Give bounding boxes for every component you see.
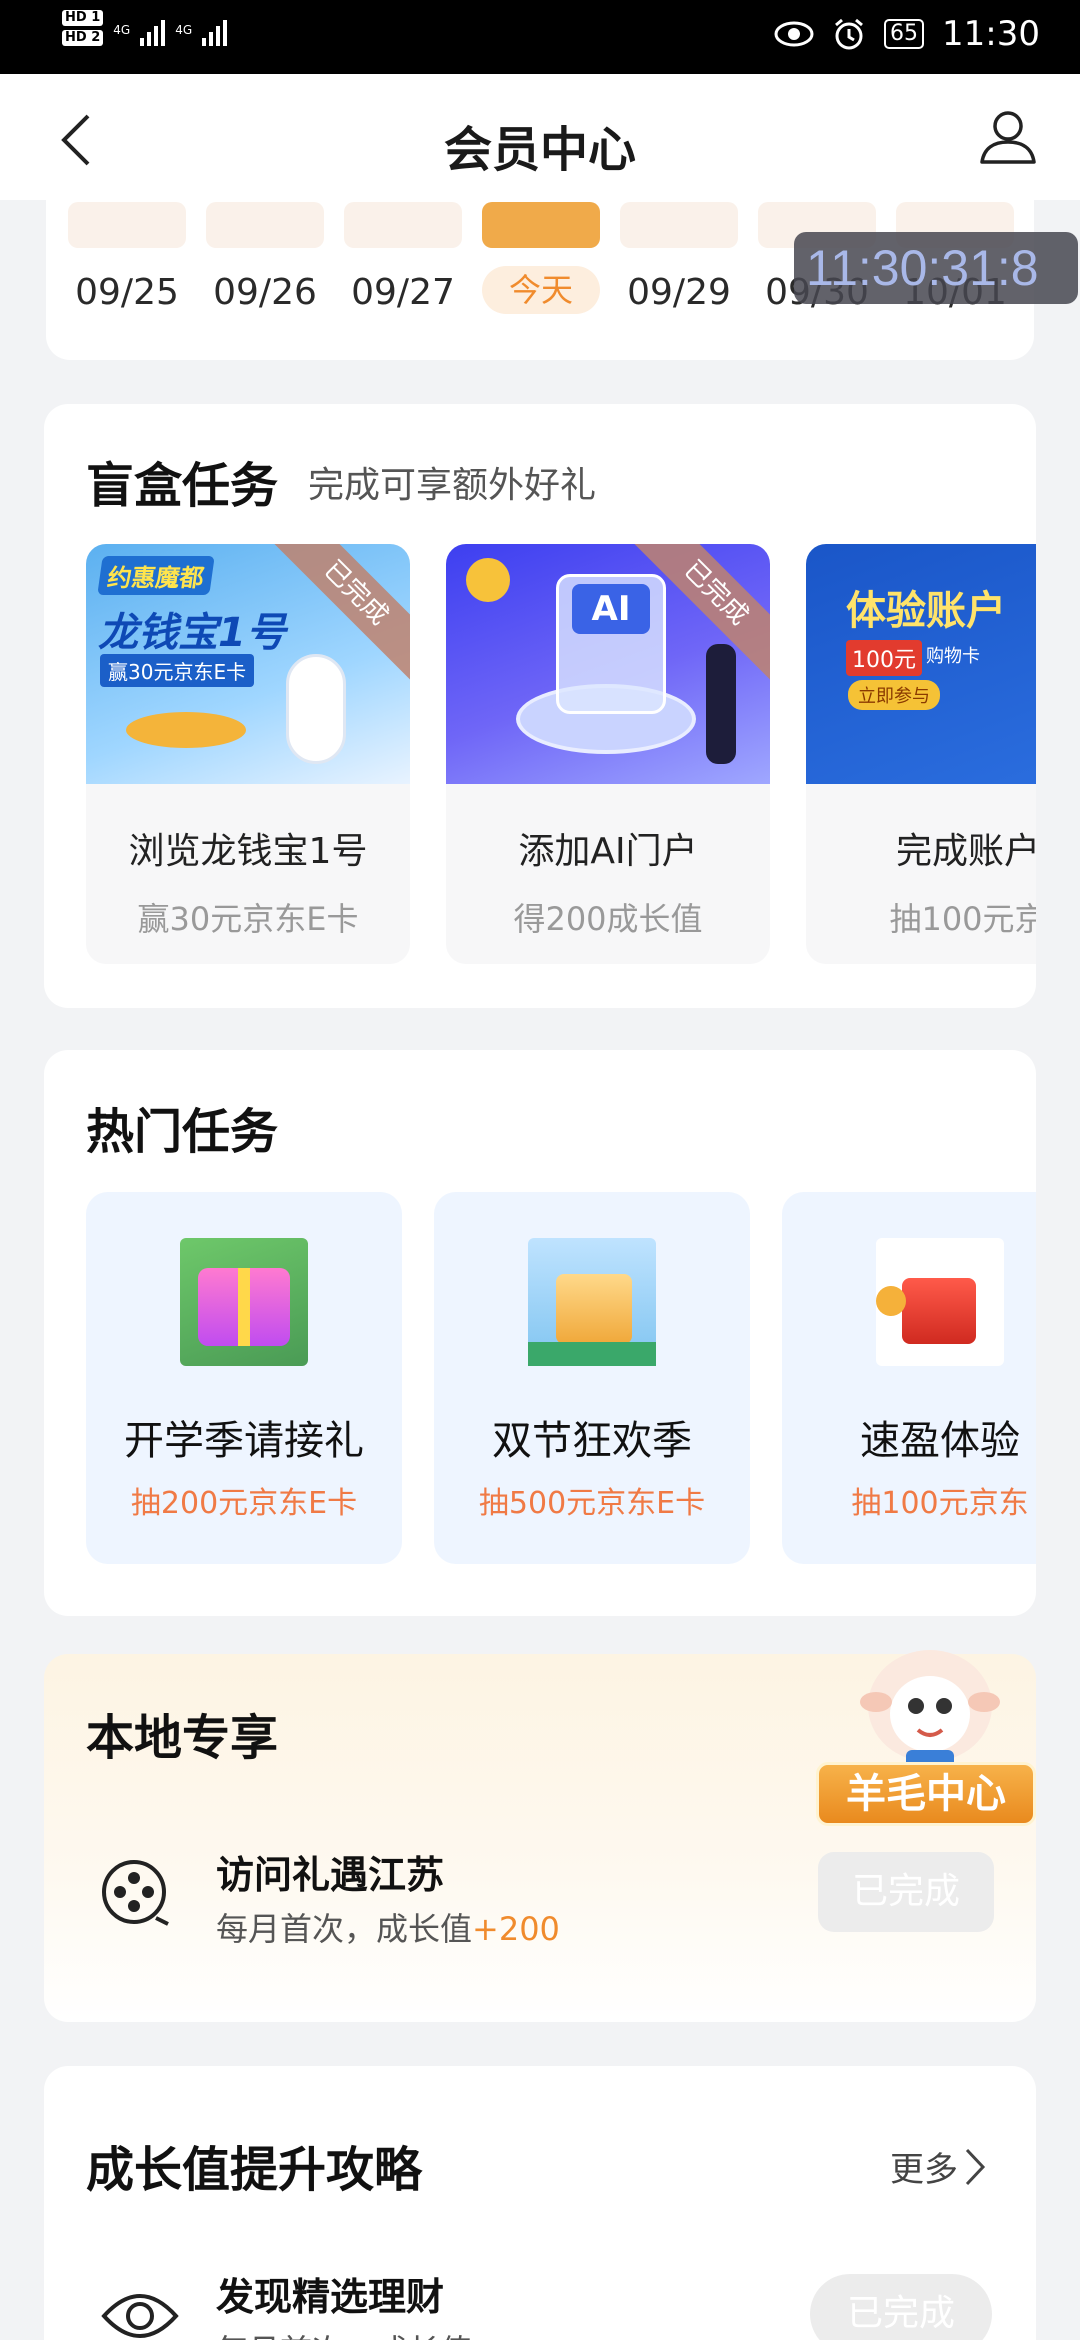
blindbox-scroller[interactable]: 约惠魔都 龙钱宝1号 赢30元京东E卡 已完成 浏览龙钱宝1号 赢30元京东E卡… bbox=[86, 404, 1036, 1008]
task-prize: 抽200元京东E卡 bbox=[130, 1486, 358, 1521]
blindbox-section: 盲盒任务 完成可享额外好礼 约惠魔都 龙钱宝1号 赢30元京东E卡 已完成 浏览… bbox=[44, 404, 1036, 1008]
calendar-date: 09/29 bbox=[627, 272, 731, 313]
day-marker bbox=[620, 202, 738, 248]
eye-icon bbox=[101, 2294, 179, 2338]
banner-text: 购物卡 bbox=[926, 646, 980, 667]
ribbon-graphic bbox=[238, 1268, 250, 1346]
banner-text: 赢30元京东E卡 bbox=[100, 654, 255, 687]
hd1-label: HD 1 bbox=[62, 10, 104, 26]
task-name: 开学季请接礼 bbox=[124, 1418, 364, 1464]
wool-center-float[interactable]: 羊毛中心 bbox=[810, 1632, 1040, 1842]
task-reward: 赢30元京东E卡 bbox=[137, 900, 359, 938]
gift-box-graphic bbox=[902, 1278, 976, 1344]
screen-recorder-timer: 11:30:31:8 bbox=[794, 232, 1078, 304]
hd2-label: HD 2 bbox=[62, 30, 104, 46]
battery-icon: 65 bbox=[884, 19, 925, 49]
eye-comfort-icon bbox=[774, 21, 814, 47]
blindbox-task-card[interactable]: 约惠魔都 龙钱宝1号 赢30元京东E卡 已完成 浏览龙钱宝1号 赢30元京东E卡 bbox=[86, 544, 410, 964]
banner-text: 龙钱宝1号 bbox=[98, 610, 286, 656]
task-reward: 抽100元京 bbox=[889, 900, 1036, 938]
wool-center-label: 羊毛中心 bbox=[816, 1762, 1036, 1826]
clock: 11:30 bbox=[942, 14, 1040, 54]
task-title: 访问礼遇江苏 bbox=[216, 1853, 445, 1897]
banner-text: 体验账户 bbox=[846, 588, 1006, 634]
calendar-date-today: 今天 bbox=[482, 266, 600, 314]
battery-level: 65 bbox=[890, 21, 919, 46]
task-title: 发现精选理财 bbox=[216, 2275, 445, 2319]
calendar-date: 09/25 bbox=[75, 272, 179, 313]
user-profile-icon[interactable] bbox=[976, 104, 1040, 168]
task-subtitle: 每月首次，成长值 bbox=[216, 2326, 472, 2340]
task-name: 添加AI门户 bbox=[518, 831, 698, 872]
banner-text: 100元 bbox=[846, 640, 922, 676]
coin-graphic bbox=[466, 558, 510, 602]
nav-bar: 会员中心 bbox=[0, 74, 1080, 200]
hot-task-card[interactable]: 双节狂欢季 抽500元京东E卡 bbox=[434, 1192, 750, 1564]
today-marker bbox=[482, 202, 600, 248]
task-reward: 得200成长值 bbox=[513, 900, 703, 938]
task-banner-image: 体验账户 100元 购物卡 立即参与 bbox=[806, 544, 1036, 784]
hot-task-card[interactable]: 速盈体验 抽100元京东 bbox=[782, 1192, 1036, 1564]
task-subtitle-text: 每月首次，成长值 bbox=[216, 1910, 473, 1948]
net-indicator-1: 4G bbox=[113, 23, 130, 37]
task-subtitle: 每月首次，成长值+200 bbox=[216, 1904, 560, 1950]
section-title: 本地专享 bbox=[86, 1710, 279, 1766]
net-indicator-2: 4G bbox=[175, 23, 192, 37]
calendar-date: 09/26 bbox=[213, 272, 317, 313]
completed-button[interactable]: 已完成 bbox=[818, 1852, 994, 1932]
gift-box-image bbox=[528, 1238, 656, 1366]
blindbox-task-card[interactable]: 体验账户 100元 购物卡 立即参与 完成账户 抽100元京 bbox=[806, 544, 1036, 964]
gift-box-graphic bbox=[556, 1274, 632, 1344]
net1-label: 4G bbox=[113, 23, 131, 37]
hot-tasks-section: 热门任务 开学季请接礼 抽200元京东E卡 双节狂欢季 抽500元京东E卡 速盈… bbox=[44, 1050, 1036, 1616]
hd-indicator: HD 1 HD 2 bbox=[62, 10, 104, 50]
task-prize: 抽100元京东 bbox=[851, 1486, 1029, 1521]
calendar-date: 09/27 bbox=[351, 272, 455, 313]
hot-tasks-scroller[interactable]: 开学季请接礼 抽200元京东E卡 双节狂欢季 抽500元京东E卡 速盈体验 抽1… bbox=[86, 1050, 1036, 1616]
growth-strategy-section: 成长值提升攻略 更多 发现精选理财 每月首次，成长值 已完成 bbox=[44, 2066, 1036, 2340]
banner-text: AI bbox=[572, 584, 650, 634]
signal-icon bbox=[140, 14, 166, 46]
status-bar: HD 1 HD 2 4G 4G 65 11:30 bbox=[0, 0, 1080, 74]
day-marker bbox=[344, 202, 462, 248]
gift-box-image bbox=[180, 1238, 308, 1366]
sheep-mascot-icon bbox=[860, 1650, 1000, 1770]
task-name: 完成账户 bbox=[895, 831, 1036, 872]
signal-icon-2 bbox=[202, 14, 228, 46]
task-name: 速盈体验 bbox=[860, 1418, 1020, 1464]
section-title: 成长值提升攻略 bbox=[86, 2142, 423, 2198]
alarm-icon bbox=[835, 18, 863, 50]
mascot-graphic bbox=[286, 654, 346, 764]
task-name: 浏览龙钱宝1号 bbox=[128, 831, 368, 872]
task-name: 双节狂欢季 bbox=[492, 1418, 692, 1464]
more-link[interactable]: 更多 bbox=[890, 2142, 986, 2191]
net2-label: 4G bbox=[175, 23, 193, 37]
banner-text: 约惠魔都 bbox=[97, 556, 215, 595]
hot-task-card[interactable]: 开学季请接礼 抽200元京东E卡 bbox=[86, 1192, 402, 1564]
growth-value: +200 bbox=[472, 1910, 560, 1948]
banner-text: 立即参与 bbox=[848, 680, 940, 710]
person-graphic bbox=[706, 644, 736, 764]
completed-button[interactable]: 已完成 bbox=[810, 2274, 992, 2340]
blindbox-task-card[interactable]: AI 已完成 添加AI门户 得200成长值 bbox=[446, 544, 770, 964]
page-title: 会员中心 bbox=[443, 122, 636, 178]
coin-graphic bbox=[876, 1286, 906, 1316]
day-marker bbox=[68, 202, 186, 248]
coins-graphic bbox=[126, 712, 246, 748]
gift-box-image bbox=[876, 1238, 1004, 1366]
task-prize: 抽500元京东E卡 bbox=[478, 1486, 706, 1521]
film-reel-icon bbox=[102, 1860, 169, 1926]
day-marker bbox=[206, 202, 324, 248]
more-label: 更多 bbox=[890, 2150, 958, 2190]
chevron-right-icon bbox=[965, 2148, 986, 2185]
scenery-graphic bbox=[528, 1342, 656, 1366]
